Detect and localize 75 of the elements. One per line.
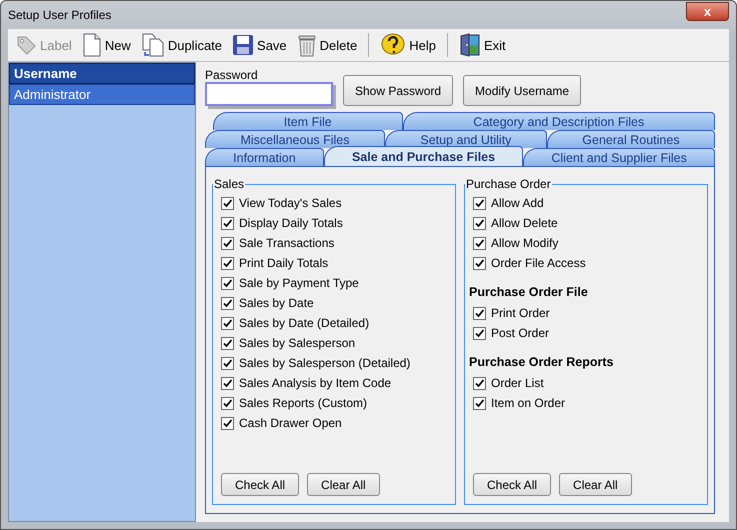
checkbox[interactable] bbox=[221, 316, 234, 330]
toolbar-button[interactable]: Exit bbox=[456, 31, 509, 59]
tab[interactable]: Miscellaneous Files bbox=[205, 130, 385, 148]
section-heading: Purchase Order Reports bbox=[469, 355, 614, 369]
checkbox-label: Sales by Salesperson bbox=[239, 336, 356, 350]
checkbox-label: Order File Access bbox=[491, 256, 586, 270]
check-button[interactable]: Clear All bbox=[559, 473, 632, 496]
password-label: Password bbox=[205, 68, 259, 82]
check-button[interactable]: Clear All bbox=[307, 473, 380, 496]
group-title: Purchase Order bbox=[465, 177, 552, 191]
checkbox[interactable] bbox=[221, 356, 234, 370]
action-button[interactable]: Modify Username bbox=[463, 75, 582, 106]
toolbar-button[interactable]: Save bbox=[229, 32, 290, 58]
checkbox[interactable] bbox=[473, 216, 486, 230]
checkbox[interactable] bbox=[221, 196, 234, 210]
checkbox-label: Sales by Date (Detailed) bbox=[239, 316, 370, 330]
checkbox-label: Sales by Date bbox=[239, 296, 314, 310]
tab[interactable]: Category and Description Files bbox=[402, 112, 716, 130]
group-title: Sales bbox=[213, 177, 246, 191]
checkbox-label: Allow Modify bbox=[491, 236, 558, 250]
list-header: Username bbox=[9, 63, 195, 84]
checkbox-label: Sales by Salesperson (Detailed) bbox=[239, 356, 410, 370]
password-field[interactable] bbox=[205, 82, 333, 106]
document-icon bbox=[82, 33, 102, 57]
tab[interactable]: Client and Supplier Files bbox=[523, 148, 715, 166]
checkbox[interactable] bbox=[221, 296, 234, 310]
tab[interactable]: General Routines bbox=[546, 130, 716, 148]
checkbox-label: Sale by Payment Type bbox=[239, 276, 359, 290]
checkbox-label: Display Daily Totals bbox=[239, 216, 343, 230]
tab[interactable]: Sale and Purchase Files bbox=[324, 146, 524, 166]
trash-can-icon bbox=[296, 33, 317, 57]
checkbox[interactable] bbox=[221, 276, 234, 290]
check-button[interactable]: Check All bbox=[221, 473, 300, 496]
window-title: Setup User Profiles bbox=[8, 8, 112, 22]
checkbox[interactable] bbox=[473, 236, 486, 250]
checkbox[interactable] bbox=[473, 326, 486, 340]
check-button[interactable]: Check All bbox=[473, 473, 552, 496]
checkbox-label: Print Daily Totals bbox=[239, 256, 328, 270]
toolbar-button[interactable]: Delete bbox=[294, 31, 360, 59]
tab[interactable]: Item File bbox=[213, 112, 403, 130]
checkbox-label: Cash Drawer Open bbox=[239, 416, 342, 430]
section-heading: Purchase Order File bbox=[469, 285, 589, 299]
action-button[interactable]: Show Password bbox=[343, 75, 454, 106]
checkbox-label: View Today's Sales bbox=[239, 196, 342, 210]
checkbox-label: Order List bbox=[491, 376, 544, 390]
checkbox[interactable] bbox=[221, 216, 234, 230]
duplicate-icon bbox=[140, 33, 165, 57]
checkbox-label: Print Order bbox=[491, 306, 550, 320]
exit-door-icon bbox=[459, 33, 481, 57]
checkbox[interactable] bbox=[221, 336, 234, 350]
user-list-item[interactable]: Administrator bbox=[9, 84, 195, 105]
checkbox[interactable] bbox=[221, 256, 234, 270]
checkbox-label: Item on Order bbox=[491, 396, 566, 410]
checkbox[interactable] bbox=[473, 396, 486, 410]
toolbar-button[interactable]: Duplicate bbox=[138, 31, 226, 59]
toolbar-button[interactable]: New bbox=[78, 31, 134, 59]
toolbar-button[interactable]: Help bbox=[377, 30, 439, 60]
checkbox[interactable] bbox=[473, 196, 486, 210]
checkbox[interactable] bbox=[221, 376, 234, 390]
tag-icon bbox=[15, 34, 37, 56]
checkbox[interactable] bbox=[473, 376, 486, 390]
checkbox-label: Sales Reports (Custom) bbox=[239, 396, 368, 410]
tab[interactable]: Setup and Utility bbox=[384, 130, 547, 148]
checkbox-label: Post Order bbox=[491, 326, 550, 340]
tab[interactable]: Information bbox=[205, 148, 324, 166]
checkbox[interactable] bbox=[221, 396, 234, 410]
checkbox[interactable] bbox=[221, 236, 234, 250]
checkbox-label: Allow Add bbox=[491, 196, 544, 210]
checkbox[interactable] bbox=[473, 256, 486, 270]
checkbox-label: Sales Analysis by Item Code bbox=[239, 376, 392, 390]
checkbox-label: Sale Transactions bbox=[239, 236, 334, 250]
checkbox[interactable] bbox=[221, 416, 234, 430]
checkbox-label: Allow Delete bbox=[491, 216, 558, 230]
close-button[interactable]: x bbox=[686, 2, 729, 20]
checkbox[interactable] bbox=[473, 306, 486, 320]
